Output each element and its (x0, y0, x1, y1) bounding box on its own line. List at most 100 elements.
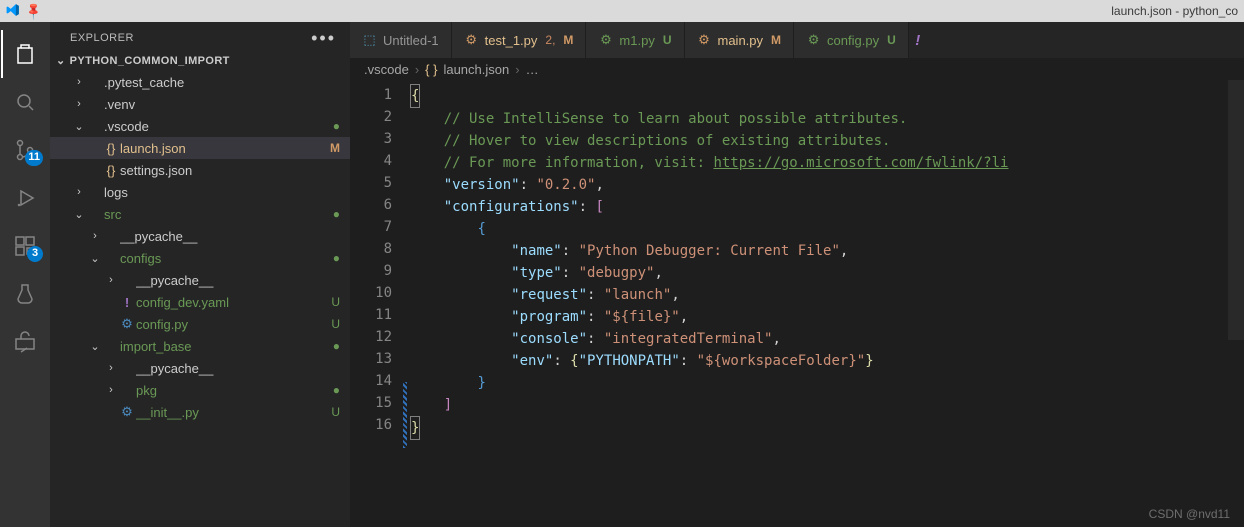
chevron-right-icon: › (415, 62, 419, 77)
tree-item-label: __pycache__ (120, 229, 326, 244)
line-gutter: 12345678910111213141516 (350, 80, 406, 527)
chevron-down-icon: ⌄ (72, 208, 86, 221)
tab-badge: 2, (545, 33, 555, 47)
tree-item-label: logs (104, 185, 326, 200)
file-icon: {} (102, 163, 120, 178)
tree-item-label: .vscode (104, 119, 326, 134)
sidebar-title: EXPLORER (70, 32, 134, 44)
tree-item-label: __pycache__ (136, 361, 326, 376)
file-icon: ⚙ (806, 32, 821, 48)
chevron-down-icon: ⌄ (88, 340, 102, 353)
tab[interactable]: ⚙config.pyU (794, 22, 909, 58)
vscode-icon (6, 3, 20, 20)
chevron-right-icon: › (104, 384, 118, 396)
tab-label: test_1.py (485, 33, 538, 48)
breadcrumb[interactable]: .vscode › { } launch.json › … (350, 58, 1244, 80)
tab[interactable]: ⚙main.pyM (685, 22, 795, 58)
tree-item[interactable]: ⌄ import_base● (50, 335, 350, 357)
chevron-down-icon: ⌄ (72, 120, 86, 133)
file-icon: ⚙ (464, 32, 479, 48)
file-icon: ⚙ (118, 404, 136, 420)
file-icon: {} (102, 141, 120, 156)
file-icon: ⚙ (118, 316, 136, 332)
git-status: ● (326, 119, 340, 133)
tree-item-label: launch.json (120, 141, 326, 156)
tab-label: main.py (718, 33, 764, 48)
tree-item[interactable]: ⌄ configs● (50, 247, 350, 269)
git-status: ● (326, 383, 340, 397)
tree-item-label: __init__.py (136, 405, 326, 420)
git-status: M (326, 141, 340, 155)
tab-badge: M (563, 33, 573, 47)
project-root[interactable]: ⌄ PYTHON_COMMON_IMPORT (50, 50, 350, 71)
project-name: PYTHON_COMMON_IMPORT (70, 55, 230, 67)
git-status: U (326, 405, 340, 419)
tree-item-label: configs (120, 251, 326, 266)
pin-icon[interactable]: 📌 (23, 1, 43, 21)
chevron-right-icon: › (104, 274, 118, 286)
tab-overflow-icon[interactable]: ! (909, 22, 927, 58)
tree-item-label: .pytest_cache (104, 75, 326, 90)
tab[interactable]: ⚙m1.pyU (586, 22, 684, 58)
os-titlebar: 📌 launch.json - python_co (0, 0, 1244, 22)
chevron-down-icon: ⌄ (56, 54, 66, 67)
minimap-thumb[interactable] (1228, 80, 1244, 340)
git-status: ● (326, 207, 340, 221)
code-content[interactable]: { // Use IntelliSense to learn about pos… (406, 80, 1244, 527)
sidebar-header: EXPLORER ••• (50, 22, 350, 50)
tree-item[interactable]: › pkg● (50, 379, 350, 401)
ext-badge: 3 (27, 246, 43, 262)
tree-item-label: pkg (136, 383, 326, 398)
activity-extensions[interactable]: 3 (1, 222, 49, 270)
tree-item[interactable]: {}launch.jsonM (50, 137, 350, 159)
tree-item[interactable]: ›.venv (50, 93, 350, 115)
tree-item-label: config.py (136, 317, 326, 332)
chevron-right-icon: › (104, 362, 118, 374)
chevron-right-icon: › (72, 76, 86, 88)
tree-item[interactable]: ›logs (50, 181, 350, 203)
tree-item[interactable]: ⌄ src● (50, 203, 350, 225)
tree-item[interactable]: ⚙config.pyU (50, 313, 350, 335)
breadcrumb-file: launch.json (443, 62, 509, 77)
git-status: ● (326, 339, 340, 353)
tree-item[interactable]: ⌄ .vscode● (50, 115, 350, 137)
file-tree: ›.pytest_cache›.venv⌄.vscode●{}launch.js… (50, 71, 350, 527)
window-title: launch.json - python_co (1111, 4, 1238, 18)
tabs: ⬚Untitled-1 ⚙ test_1.py 2, M ⚙m1.pyU ⚙ main.py M… (350, 22, 1244, 58)
git-status: U (326, 295, 340, 309)
tab[interactable]: ⬚Untitled-1 (350, 22, 452, 58)
tree-item-label: settings.json (120, 163, 326, 178)
tree-item-label: .venv (104, 97, 326, 112)
tree-item[interactable]: {}settings.json (50, 159, 350, 181)
tab[interactable]: ⚙ test_1.py 2, M (452, 22, 587, 58)
activity-remote[interactable] (1, 318, 49, 366)
file-icon: ! (118, 295, 136, 310)
tree-item[interactable]: › __pycache__ (50, 357, 350, 379)
activity-search[interactable] (1, 78, 49, 126)
tab-badge: U (663, 33, 672, 47)
tree-item[interactable]: ⚙__init__.pyU (50, 401, 350, 423)
git-status: ● (326, 251, 340, 265)
tab-badge: M (771, 33, 781, 47)
activity-explorer[interactable] (1, 30, 49, 78)
tree-item-label: import_base (120, 339, 326, 354)
scm-badge: 11 (25, 150, 43, 166)
tree-item[interactable]: ›__pycache__ (50, 225, 350, 247)
tree-item-label: src (104, 207, 326, 222)
activity-testing[interactable] (1, 270, 49, 318)
chevron-right-icon: › (515, 62, 519, 77)
chevron-down-icon: ⌄ (88, 252, 102, 265)
activity-scm[interactable]: 11 (1, 126, 49, 174)
git-status: U (326, 317, 340, 331)
tree-item[interactable]: !config_dev.yamlU (50, 291, 350, 313)
breadcrumb-folder: .vscode (364, 62, 409, 77)
tab-badge: U (887, 33, 896, 47)
tree-item[interactable]: › .pytest_cache (50, 71, 350, 93)
editor[interactable]: 12345678910111213141516 { // Use Intelli… (350, 80, 1244, 527)
minimap[interactable] (1228, 80, 1244, 527)
tree-item[interactable]: ›__pycache__ (50, 269, 350, 291)
sidebar-more-icon[interactable]: ••• (311, 33, 336, 43)
json-icon: { } (425, 62, 437, 77)
fold-indicator (403, 382, 407, 448)
activity-debug[interactable] (1, 174, 49, 222)
